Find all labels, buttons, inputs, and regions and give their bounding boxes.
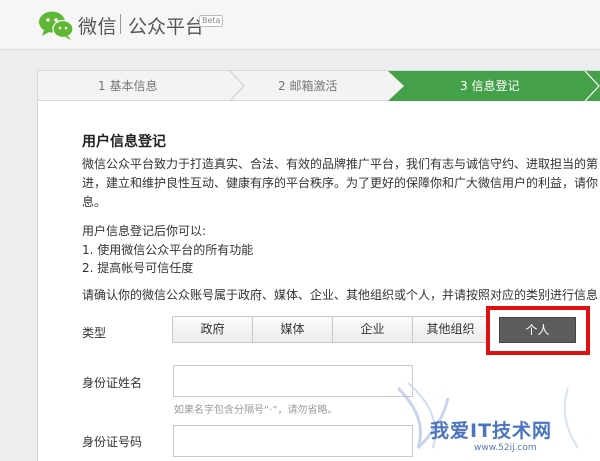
brand-name: 微信 [78, 16, 118, 38]
intro-line-1: 微信公众平台致力于打造真实、合法、有效的品牌推广平台，我们有志与诚信守约、进取担… [82, 157, 599, 171]
top-header: 微信 公众平台 Beta [0, 0, 600, 50]
intro-content: 用户信息登记 微信公众平台致力于打造真实、合法、有效的品牌推广平台，我们有志与诚… [82, 131, 600, 305]
beta-badge: Beta [199, 15, 224, 27]
wechat-logo-icon [39, 11, 74, 40]
step-end-arrow-icon [584, 71, 600, 101]
type-other-org-button[interactable]: 其他组织 [412, 316, 489, 343]
id-name-input[interactable] [173, 365, 413, 397]
watermark-text: 我爱IT技术网 [430, 420, 553, 442]
step-indicator: 1 基本信息 2 邮箱激活 3 信息登记 [38, 71, 600, 101]
step-active-arrow-icon [388, 71, 404, 101]
intro-line-2: 进，建立和维护良性互动、健康有序的平台秩序。为了更好的保障你和广大微信用户的利益… [82, 176, 599, 190]
id-number-label: 身份证号码 [82, 435, 143, 449]
step-email-activation: 2 邮箱激活 [278, 79, 338, 93]
name-hint: 如果名字包含分隔号“·”，请勿省略。 [174, 405, 338, 416]
benefit-item: 1. 使用微信公众平台的所有功能 [82, 243, 254, 257]
id-number-input[interactable] [173, 425, 413, 457]
step-separator-icon [229, 71, 245, 101]
id-name-label: 身份证姓名 [82, 376, 143, 390]
brand-divider [120, 14, 121, 34]
confirm-instruction: 请确认你的微信公众账号属于政府、媒体、企业、其他组织或个人，并请按照对应的类别进… [82, 288, 599, 302]
watermark-url: www.52ij.com [474, 443, 537, 453]
type-enterprise-button[interactable]: 企业 [332, 316, 413, 343]
intro-line-3: 息。 [82, 195, 107, 209]
type-media-button[interactable]: 媒体 [252, 316, 333, 343]
benefits-title: 用户信息登记后你可以: [82, 224, 207, 238]
type-government-button[interactable]: 政府 [172, 316, 253, 343]
step-basic-info: 1 基本信息 [98, 79, 158, 93]
type-individual-button[interactable]: 个人 [499, 317, 576, 343]
type-selector: 政府 媒体 企业 其他组织 [172, 316, 489, 343]
page-title: 用户信息登记 [82, 134, 166, 150]
brand-subtitle: 公众平台 [128, 16, 205, 38]
step-info-registration: 3 信息登记 [460, 79, 520, 93]
benefit-item: 2. 提高帐号可信任度 [82, 261, 194, 275]
type-label: 类型 [82, 326, 107, 340]
